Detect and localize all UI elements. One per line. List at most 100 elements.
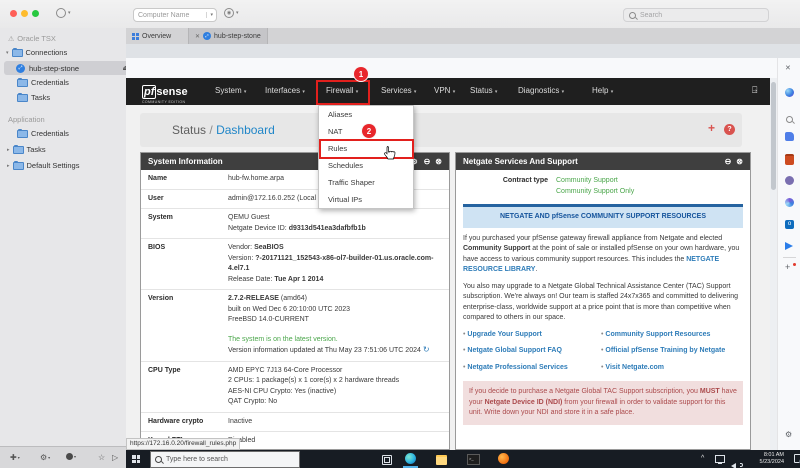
sidebar-item-app-credentials[interactable]: Credentials (17, 129, 69, 138)
add-button[interactable]: ✚▾ (10, 453, 20, 462)
clock[interactable]: 8:01 AM 5/23/2024 (742, 452, 784, 465)
computer-name-select[interactable]: Computer Name ▾ (133, 8, 217, 22)
gear-icon[interactable]: ⚙▾ (40, 453, 50, 462)
folder-icon (17, 130, 28, 138)
support-link[interactable]: Official pfSense Training by Netgate (605, 347, 725, 354)
table-row: CPU Type AMD EPYC 7J13 64-Core Processor… (141, 362, 449, 413)
support-links: • Upgrade Your Support • Netgate Global … (463, 330, 743, 374)
contract-type-link2[interactable]: Community Support Only (556, 188, 634, 195)
outlook-icon[interactable]: o (785, 220, 794, 229)
folder-icon (13, 146, 24, 154)
connection-actions-icon[interactable]: ▾ (66, 453, 76, 460)
search-icon (629, 12, 636, 19)
hand-cursor (384, 146, 396, 165)
breadcrumb-page[interactable]: Dashboard (216, 123, 275, 137)
tab-connection-active[interactable]: ✕ ⤢ hub-step-stone (188, 28, 268, 44)
chevron-collapsed-icon: ▸ (7, 163, 10, 169)
menu-system[interactable]: System ▾ (215, 86, 246, 95)
network-icon[interactable] (715, 455, 725, 463)
pfsense-logo[interactable]: pfsense COMMUNITY EDITION (142, 82, 188, 104)
play-icon[interactable]: ▷ (112, 453, 118, 462)
window-menu-icon[interactable]: ▾ (56, 8, 71, 18)
edge-sidebar: ✕ o + ⚙ (777, 58, 800, 450)
support-link[interactable]: Netgate Professional Services (467, 364, 567, 371)
taskbar-search-box[interactable]: Type here to search (150, 451, 300, 468)
contract-type-link[interactable]: Community Support (556, 177, 618, 184)
close-icon[interactable]: ✕ (195, 33, 200, 40)
zoom-traffic-light[interactable] (32, 10, 39, 17)
game-hub-icon[interactable] (785, 198, 794, 207)
sidebar-item-app-tasks[interactable]: ▸ Tasks (7, 145, 46, 154)
widget-minimize-icon[interactable]: ⊖ (424, 157, 431, 166)
menu-interfaces[interactable]: Interfaces ▾ (265, 86, 305, 95)
contract-type-row: Contract type Community Support Communit… (463, 176, 743, 197)
copilot-icon[interactable] (785, 88, 794, 97)
sidebar-item-connections[interactable]: ▾ Connections (6, 48, 67, 57)
search-placeholder: Type here to search (166, 456, 228, 463)
chevron-collapsed-icon: ▸ (7, 147, 10, 153)
warning-icon: ⚠ (8, 35, 14, 43)
support-link[interactable]: Community Support Resources (605, 331, 710, 338)
support-link[interactable]: Visit Netgate.com (605, 364, 664, 371)
file-explorer-icon[interactable] (436, 455, 447, 465)
help-icon[interactable]: ? (724, 124, 735, 135)
close-traffic-light[interactable] (10, 10, 17, 17)
tray-chevron-icon[interactable]: ^ (701, 455, 704, 462)
menu-status[interactable]: Status ▾ (470, 86, 497, 95)
drop-icon[interactable] (785, 242, 793, 250)
breadcrumb-section[interactable]: Status (172, 123, 206, 137)
sidebar-item-tasks[interactable]: Tasks (17, 93, 50, 102)
menu-item-traffic-shaper[interactable]: Traffic Shaper (319, 174, 413, 191)
support-link[interactable]: Upgrade Your Support (467, 331, 541, 338)
menu-item-aliases[interactable]: Aliases (319, 106, 413, 123)
shopping-tag-icon[interactable] (785, 132, 794, 141)
divider (783, 257, 796, 258)
tools-icon[interactable] (785, 154, 794, 165)
people-icon[interactable] (785, 176, 794, 185)
pfsense-navbar: pfsense COMMUNITY EDITION System ▾ Inter… (126, 78, 770, 105)
edge-taskbar-icon[interactable] (405, 453, 416, 464)
menu-diagnostics[interactable]: Diagnostics ▾ (518, 86, 564, 95)
scrollbar-thumb[interactable] (771, 82, 776, 190)
tray-date: 5/23/2024 (742, 459, 784, 466)
search-icon[interactable] (785, 111, 794, 120)
menubar-search-field[interactable]: Search (623, 8, 769, 22)
document-title: ⚠ Oracle TSX (8, 34, 56, 43)
logout-icon[interactable]: ⍈ (752, 85, 757, 96)
sidebar-item-credentials[interactable]: Credentials (17, 78, 69, 87)
list-item: • Visit Netgate.com (601, 363, 743, 374)
sidebar-close-icon[interactable]: ✕ (785, 64, 794, 73)
tab-overview[interactable]: Overview (126, 28, 177, 44)
logo-subtitle: COMMUNITY EDITION (142, 100, 188, 104)
refresh-version-icon[interactable]: ↻ (423, 345, 430, 354)
computer-name-label: Computer Name (134, 12, 206, 19)
menu-services[interactable]: Services ▾ (381, 86, 416, 95)
start-button[interactable] (132, 455, 140, 463)
menu-item-virtual-ips[interactable]: Virtual IPs (319, 191, 413, 208)
application-section-label: Application (8, 115, 45, 124)
task-view-icon[interactable] (382, 455, 392, 465)
sidebar-item-default-settings[interactable]: ▸ Default Settings (7, 161, 79, 170)
annotation-step-2: 2 (362, 124, 376, 138)
support-link[interactable]: Netgate Global Support FAQ (467, 347, 562, 354)
menu-help[interactable]: Help ▾ (592, 86, 613, 95)
menu-vpn[interactable]: VPN ▾ (434, 86, 455, 95)
minimize-traffic-light[interactable] (21, 10, 28, 17)
widget-close-icon[interactable]: ⊗ (435, 157, 442, 166)
favorites-star-icon[interactable]: ☆ (98, 453, 105, 462)
windows-taskbar: Type here to search >_ ^ 8:01 AM 5/23/20… (126, 450, 800, 468)
command-prompt-icon[interactable]: >_ (467, 454, 480, 465)
add-widget-icon[interactable]: + (708, 121, 715, 135)
session-options-button[interactable]: ◉▾ (224, 8, 239, 18)
menu-item-schedules[interactable]: Schedules (319, 157, 413, 174)
widget-close-icon[interactable]: ⊗ (736, 157, 743, 166)
sidebar-item-connection-selected[interactable]: ⤢ hub-step-stone ⏏ (4, 61, 134, 75)
annotation-box-rules (319, 139, 414, 159)
table-row: Version 2.7.2-RELEASE (amd64) built on W… (141, 290, 449, 362)
sidebar-gear-icon[interactable]: ⚙ (785, 430, 794, 439)
browser-orange-icon[interactable] (498, 453, 509, 464)
widget-minimize-icon[interactable]: ⊖ (725, 157, 732, 166)
widget-title: System Information (148, 157, 223, 166)
widget-title: Netgate Services And Support (463, 157, 578, 166)
list-item: • Official pfSense Training by Netgate (601, 346, 743, 357)
